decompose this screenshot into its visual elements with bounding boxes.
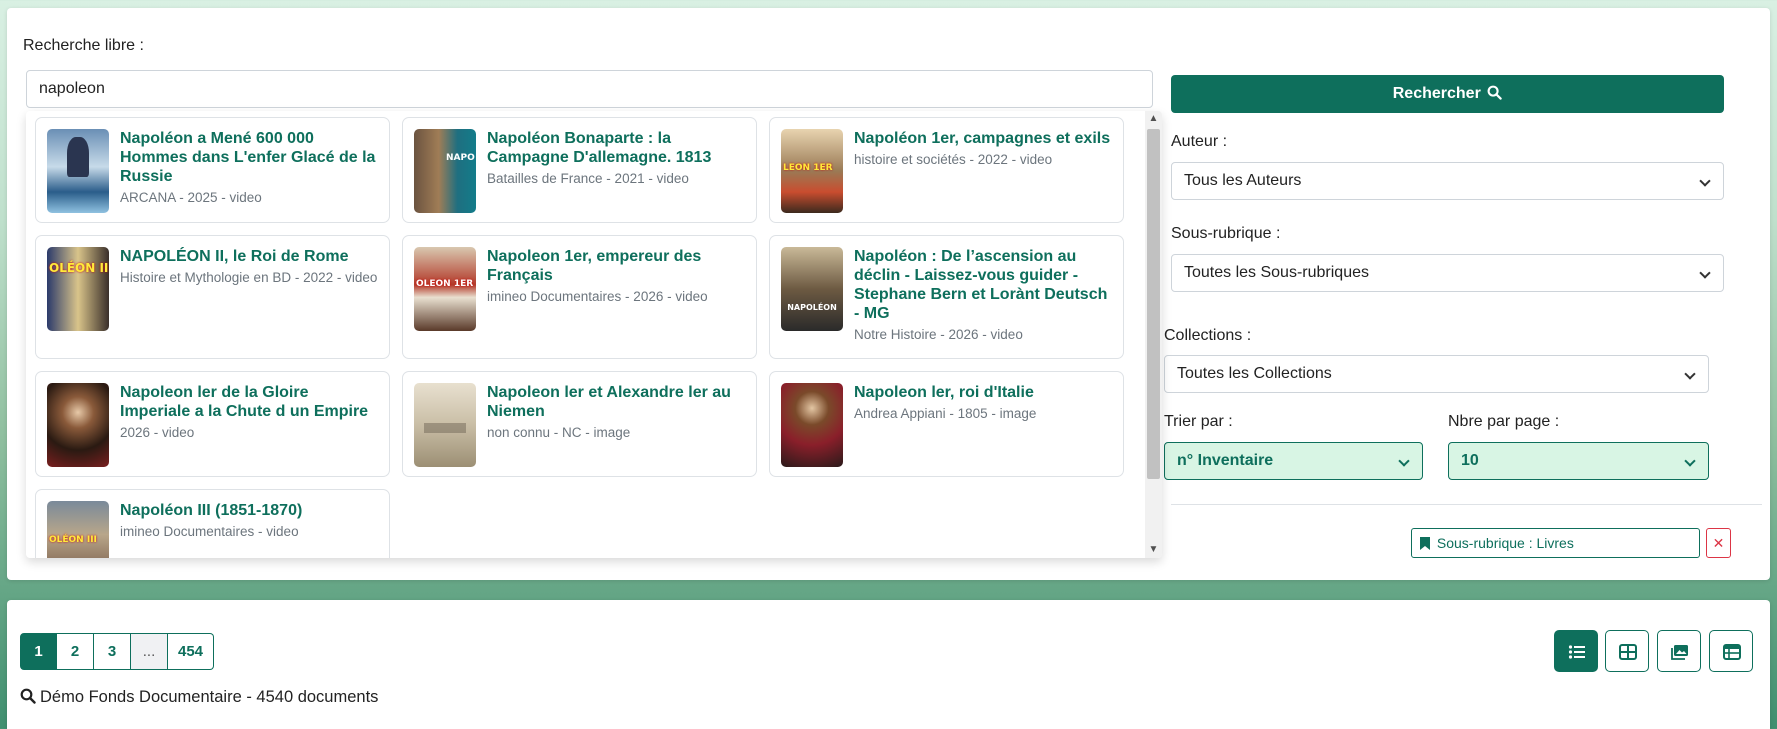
auteur-select-value: Tous les Auteurs bbox=[1184, 172, 1302, 189]
result-card[interactable]: LEON 1ER Napoléon 1er, campagnes et exil… bbox=[769, 117, 1124, 223]
nbre-label: Nbre par page : bbox=[1448, 413, 1560, 430]
result-card[interactable]: Napoleon ler, roi d'Italie Andrea Appian… bbox=[769, 371, 1124, 477]
bookmark-icon bbox=[1420, 537, 1430, 550]
trier-select[interactable]: n° Inventaire bbox=[1164, 442, 1423, 480]
page-3[interactable]: 3 bbox=[94, 633, 131, 670]
list-view-button[interactable] bbox=[1554, 630, 1598, 672]
chevron-down-icon bbox=[1699, 175, 1711, 187]
result-title[interactable]: Napoleon ler et Alexandre ler au Niemen bbox=[487, 383, 747, 421]
napoleon-ii-thumbnail-icon: OLÉON II bbox=[47, 247, 109, 331]
chevron-down-icon bbox=[1398, 455, 1410, 467]
result-card[interactable]: OLÉON III Napoléon III (1851-1870) imine… bbox=[35, 489, 390, 558]
chevron-down-icon bbox=[1699, 267, 1711, 279]
napoleon-empereur-thumbnail-icon: OLEON 1ER bbox=[414, 247, 476, 331]
sousrubrique-select-value: Toutes les Sous-rubriques bbox=[1184, 264, 1369, 281]
result-meta: histoire et sociétés - 2022 - video bbox=[854, 152, 1053, 167]
remove-filter-button[interactable]: ✕ bbox=[1706, 528, 1731, 558]
result-card[interactable]: Napoleon ler et Alexandre ler au Niemen … bbox=[402, 371, 757, 477]
gallery-view-button[interactable] bbox=[1657, 630, 1701, 672]
scroll-down-icon[interactable]: ▼ bbox=[1145, 542, 1162, 558]
search-icon bbox=[1487, 85, 1502, 100]
images-icon bbox=[1671, 645, 1688, 660]
page-2[interactable]: 2 bbox=[57, 633, 94, 670]
search-button-label: Rechercher bbox=[1392, 85, 1481, 102]
chevron-down-icon bbox=[1684, 455, 1696, 467]
result-card[interactable]: NAPOLÉON Napoléon : De l’ascension au dé… bbox=[769, 235, 1124, 359]
grid-icon bbox=[1619, 644, 1637, 660]
result-meta: Andrea Appiani - 1805 - image bbox=[854, 406, 1037, 421]
result-title[interactable]: Napoléon Bonaparte : la Campagne D'allem… bbox=[487, 129, 747, 167]
grid-view-button[interactable] bbox=[1605, 630, 1649, 672]
search-input[interactable]: napoleon bbox=[26, 70, 1153, 108]
roi-italie-painting-thumbnail-icon bbox=[781, 383, 843, 467]
search-icon bbox=[20, 688, 36, 704]
close-icon: ✕ bbox=[1712, 535, 1725, 551]
result-card[interactable]: Napoléon a Mené 600 000 Hommes dans L'en… bbox=[35, 117, 390, 223]
pagination: 1 2 3 ... 454 bbox=[20, 633, 215, 670]
active-filter-label: Sous-rubrique : Livres bbox=[1436, 535, 1574, 551]
result-meta: imineo Documentaires - 2026 - video bbox=[487, 289, 708, 304]
results-grid: Napoléon a Mené 600 000 Hommes dans L'en… bbox=[26, 111, 1145, 558]
collections-select-value: Toutes les Collections bbox=[1177, 365, 1332, 382]
nbre-select-value: 10 bbox=[1461, 452, 1479, 469]
page-1[interactable]: 1 bbox=[20, 633, 57, 670]
search-label: Recherche libre : bbox=[23, 37, 144, 54]
result-title[interactable]: Napoléon 1er, campagnes et exils bbox=[854, 129, 1114, 148]
result-meta: Notre Histoire - 2026 - video bbox=[854, 327, 1023, 342]
napoleon-portrait-thumbnail-icon bbox=[47, 383, 109, 467]
nbre-select[interactable]: 10 bbox=[1448, 442, 1709, 480]
result-card[interactable]: OLEON 1ER Napoleon 1er, empereur des Fra… bbox=[402, 235, 757, 359]
result-meta: ARCANA - 2025 - video bbox=[120, 190, 262, 205]
scroll-up-icon[interactable]: ▲ bbox=[1145, 111, 1162, 127]
document-count: Démo Fonds Documentaire - 4540 documents bbox=[20, 688, 378, 707]
result-title[interactable]: Napoléon : De l’ascension au déclin - La… bbox=[854, 247, 1114, 323]
result-title[interactable]: Napoléon III (1851-1870) bbox=[120, 501, 380, 520]
list-icon bbox=[1568, 645, 1585, 659]
collections-select[interactable]: Toutes les Collections bbox=[1164, 355, 1709, 393]
active-filter-badge[interactable]: Sous-rubrique : Livres bbox=[1411, 528, 1700, 558]
autocomplete-dropdown: Napoléon a Mené 600 000 Hommes dans L'en… bbox=[26, 111, 1162, 558]
page-last[interactable]: 454 bbox=[168, 633, 215, 670]
result-meta: imineo Documentaires - video bbox=[120, 524, 299, 539]
result-title[interactable]: NAPOLÉON II, le Roi de Rome bbox=[120, 247, 380, 266]
collections-label: Collections : bbox=[1164, 327, 1252, 344]
result-card[interactable]: OLÉON II NAPOLÉON II, le Roi de Rome His… bbox=[35, 235, 390, 359]
napoleon-ascension-thumbnail-icon: NAPOLÉON bbox=[781, 247, 843, 331]
search-panel: Recherche libre : napoleon Napoléon a Me… bbox=[7, 8, 1770, 580]
result-card[interactable]: NAPO Napoléon Bonaparte : la Campagne D'… bbox=[402, 117, 757, 223]
result-title[interactable]: Napoleon ler de la Gloire Imperiale a la… bbox=[120, 383, 380, 421]
sousrubrique-select[interactable]: Toutes les Sous-rubriques bbox=[1171, 254, 1724, 292]
dropdown-scrollbar[interactable]: ▲ ▼ bbox=[1145, 111, 1162, 558]
search-button[interactable]: Rechercher bbox=[1171, 75, 1724, 113]
auteur-select[interactable]: Tous les Auteurs bbox=[1171, 162, 1724, 200]
scrollbar-thumb[interactable] bbox=[1147, 129, 1160, 479]
table-icon bbox=[1723, 644, 1741, 660]
trier-select-value: n° Inventaire bbox=[1177, 452, 1274, 469]
napoleon-allemagne-thumbnail-icon: NAPO bbox=[414, 129, 476, 213]
auteur-label: Auteur : bbox=[1171, 133, 1228, 150]
niemen-engraving-thumbnail-icon bbox=[414, 383, 476, 467]
trier-label: Trier par : bbox=[1164, 413, 1233, 430]
result-title[interactable]: Napoléon a Mené 600 000 Hommes dans L'en… bbox=[120, 129, 380, 186]
chevron-down-icon bbox=[1684, 368, 1696, 380]
result-card[interactable]: Napoleon ler de la Gloire Imperiale a la… bbox=[35, 371, 390, 477]
table-view-button[interactable] bbox=[1709, 630, 1753, 672]
filter-divider bbox=[1171, 504, 1762, 505]
results-panel bbox=[7, 600, 1770, 729]
result-title[interactable]: Napoleon ler, roi d'Italie bbox=[854, 383, 1114, 402]
result-meta: non connu - NC - image bbox=[487, 425, 631, 440]
result-meta: 2026 - video bbox=[120, 425, 195, 440]
sousrubrique-label: Sous-rubrique : bbox=[1171, 225, 1281, 242]
result-meta: Histoire et Mythologie en BD - 2022 - vi… bbox=[120, 270, 378, 285]
document-count-text: Démo Fonds Documentaire - 4540 documents bbox=[40, 688, 379, 706]
napoleon-ice-thumbnail-icon bbox=[47, 129, 109, 213]
napoleon-iii-thumbnail-icon: OLÉON III bbox=[47, 501, 109, 558]
page-ellipsis: ... bbox=[131, 633, 168, 670]
napoleon-campagnes-thumbnail-icon: LEON 1ER bbox=[781, 129, 843, 213]
result-meta: Batailles de France - 2021 - video bbox=[487, 171, 689, 186]
result-title[interactable]: Napoleon 1er, empereur des Français bbox=[487, 247, 747, 285]
